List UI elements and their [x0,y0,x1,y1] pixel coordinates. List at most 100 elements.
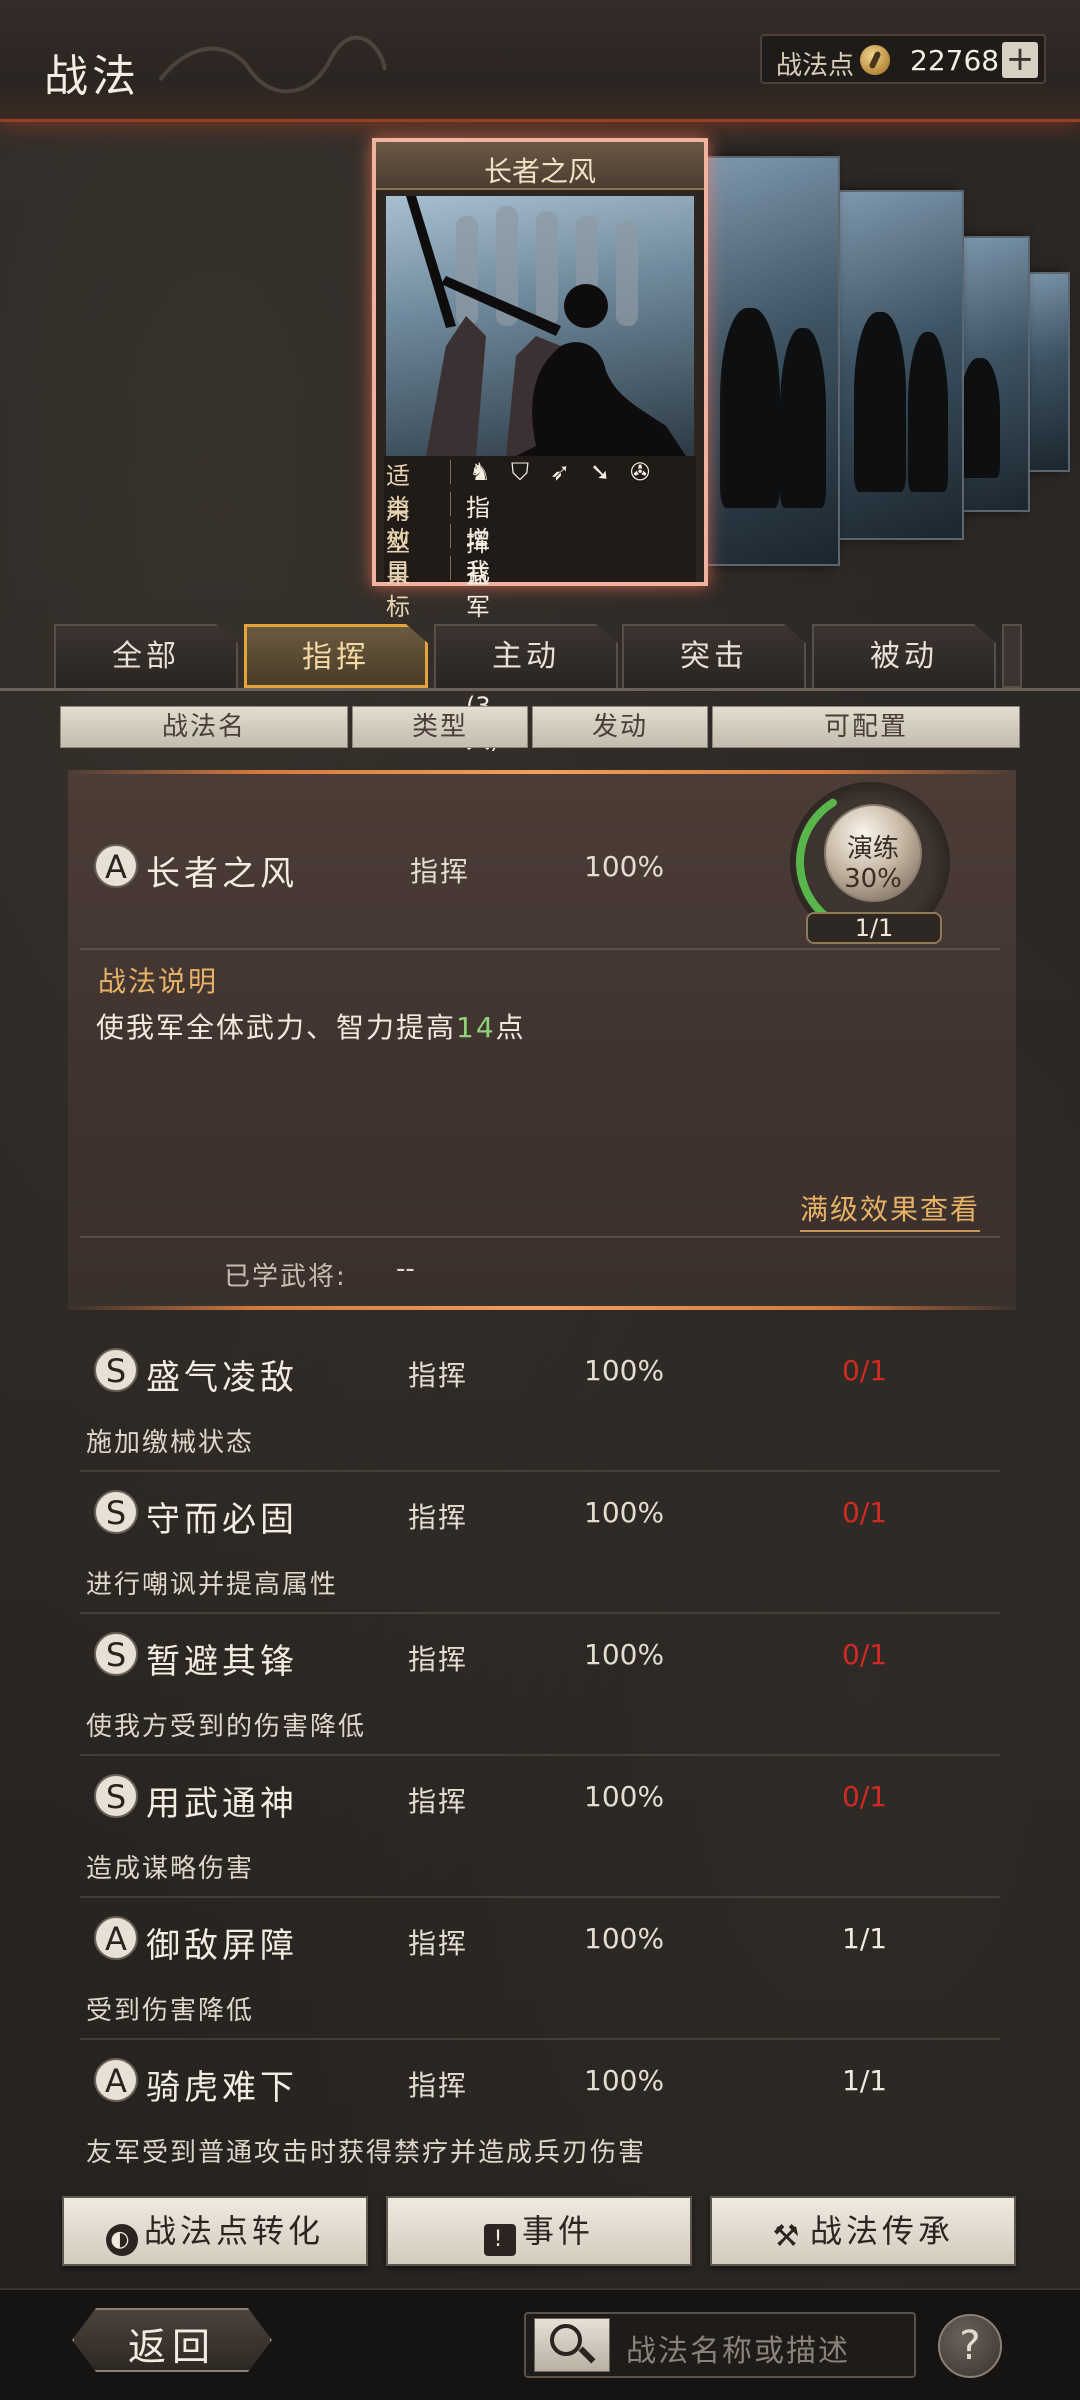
grade-badge: S [94,1774,138,1818]
info-divider [450,460,451,484]
column-header-type[interactable]: 类型 [352,706,528,748]
chariot-icon: ✇ [629,458,651,486]
selected-tactic-card[interactable]: 长者之风 适用 ♞ ⛉ ➶ ➘ ✇ 类型 指挥 效果 增益 目标 我军 [372,138,708,754]
grade-badge: A [94,1916,138,1960]
grade-badge: A [94,844,138,888]
add-points-button[interactable]: + [1002,42,1038,78]
tactic-rate: 100% [584,1638,665,1671]
card-title-bar: 长者之风 [376,142,704,190]
column-header-configurable[interactable]: 可配置 [712,706,1020,748]
column-header-trigger[interactable]: 发动 [532,706,708,748]
card-title: 长者之风 [483,155,596,188]
tactic-description: 使我方受到的伤害降低 [86,1712,367,1742]
row-divider [80,1896,1000,1898]
glow-divider-top [68,770,1016,774]
description-text: 使我军全体武力、智力提高14点 [96,1006,526,1046]
tactic-points-icon [860,45,890,75]
tab-active[interactable]: 主动 [434,624,618,688]
page-title: 战法 [44,51,140,102]
help-button[interactable]: ? [938,2314,1002,2378]
tactic-count: 0/1 [842,1354,888,1387]
inherit-tactic-button[interactable]: ⚒ 战法传承 [710,2196,1016,2266]
convert-points-label: 战法点转化 [143,2212,324,2250]
glow-divider-bottom [68,1306,1016,1310]
tactic-description: 施加缴械状态 [86,1428,255,1458]
description-suffix: 点 [495,1011,526,1044]
full-level-effect-link[interactable]: 满级效果查看 [800,1188,981,1232]
learned-generals-label: 已学武将: [224,1262,347,1292]
row-divider [80,1470,1000,1472]
info-divider [450,524,451,548]
tactic-description: 进行嘲讽并提高属性 [86,1570,339,1600]
tab-command[interactable]: 指挥 [244,624,428,688]
tactic-points-label: 战法点 [776,51,855,81]
tactic-rate: 100% [584,1922,665,1955]
column-header-name[interactable]: 战法名 [60,706,348,748]
info-divider [450,556,451,580]
training-label: 演练 [846,834,899,864]
tactic-type: 指挥 [408,2069,469,2102]
events-button[interactable]: ! 事件 [386,2196,692,2266]
card-stack-back-2[interactable] [832,190,964,540]
convert-points-button[interactable]: ◐ 战法点转化 [62,2196,368,2266]
unit-type-icons: ♞ ⛉ ➶ ➘ ✇ [466,458,654,486]
tab-overflow-edge [1002,624,1022,688]
list-item[interactable]: S 用武通神 指挥 100% 0/1 造成谋略伤害 [80,1760,1000,1892]
training-percent: 30% [844,864,902,894]
tactic-type: 指挥 [408,1927,469,1960]
row-divider [80,1612,1000,1614]
tactic-type: 指挥 [408,1643,469,1676]
tactic-count: 1/1 [842,2064,888,2097]
card-artwork [386,196,694,456]
description-title: 战法说明 [98,965,219,998]
list-item[interactable]: A 御敌屏障 指挥 100% 1/1 受到伤害降低 [80,1902,1000,2034]
tactic-name: 御敌屏障 [146,1926,298,1966]
description-number: 14 [456,1011,496,1044]
tactic-name: 盛气凌敌 [146,1358,298,1398]
card-info-panel: 适用 ♞ ⛉ ➶ ➘ ✇ 类型 指挥 效果 增益 目标 我军群体(3人) [384,456,696,754]
back-label: 返回 [127,2325,216,2369]
tactic-name: 长者之风 [146,854,298,894]
events-label: 事件 [521,2212,594,2250]
search-icon [550,2324,582,2356]
grade-badge: S [94,1348,138,1392]
list-item[interactable]: S 暂避其锋 指挥 100% 0/1 使我方受到的伤害降低 [80,1618,1000,1750]
tactic-name: 骑虎难下 [146,2068,298,2108]
tactic-type: 指挥 [408,1785,469,1818]
description-prefix: 使我军全体武力、智力提高 [96,1011,457,1044]
list-item[interactable]: A 骑虎难下 指挥 100% 1/1 友军受到普通攻击时获得禁疗并造成兵刃伤害 [80,2044,1000,2176]
tactic-type: 指挥 [410,855,471,888]
header-ornament [158,35,387,94]
cavalry-icon: ♞ [469,458,491,486]
notice-icon: ! [483,2224,516,2256]
tactic-description: 友军受到普通攻击时获得禁疗并造成兵刃伤害 [86,2138,647,2168]
tactic-type: 指挥 [408,1359,469,1392]
tactic-rate: 100% [584,2064,665,2097]
tactic-name: 暂避其锋 [146,1642,298,1682]
tactic-points-value: 22768 [910,44,1000,77]
tab-passive[interactable]: 被动 [812,624,996,688]
search-placeholder: 战法名称或描述 [626,2334,850,2369]
tactic-rate: 100% [584,850,665,883]
learned-generals-value: -- [396,1254,415,1284]
tactic-rate: 100% [584,1496,665,1529]
list-item[interactable]: S 盛气凌敌 指挥 100% 0/1 施加缴械状态 [80,1334,1000,1466]
tactic-points-box: 战法点 22768 + [760,34,1046,84]
tactic-rate: 100% [584,1354,665,1387]
tactic-name: 用武通神 [146,1784,298,1824]
list-item[interactable]: S 守而必固 指挥 100% 0/1 进行嘲讽并提高属性 [80,1476,1000,1608]
row-divider [80,2038,1000,2040]
bow-icon: ➶ [549,458,571,486]
tactic-name: 守而必固 [146,1500,298,1540]
hammer-icon: ⚒ [772,2219,804,2254]
shield-icon: ⛉ [511,458,529,486]
row-divider [80,1236,1000,1238]
tab-divider [0,688,1080,691]
info-divider [450,492,451,516]
tab-all[interactable]: 全部 [54,624,238,688]
top-header: 战法 战法点 22768 + [0,0,1080,122]
card-stack-back-1[interactable] [700,156,840,566]
tab-assault[interactable]: 突击 [622,624,806,688]
grade-badge: A [94,2058,138,2102]
tactic-count: 0/1 [842,1638,888,1671]
